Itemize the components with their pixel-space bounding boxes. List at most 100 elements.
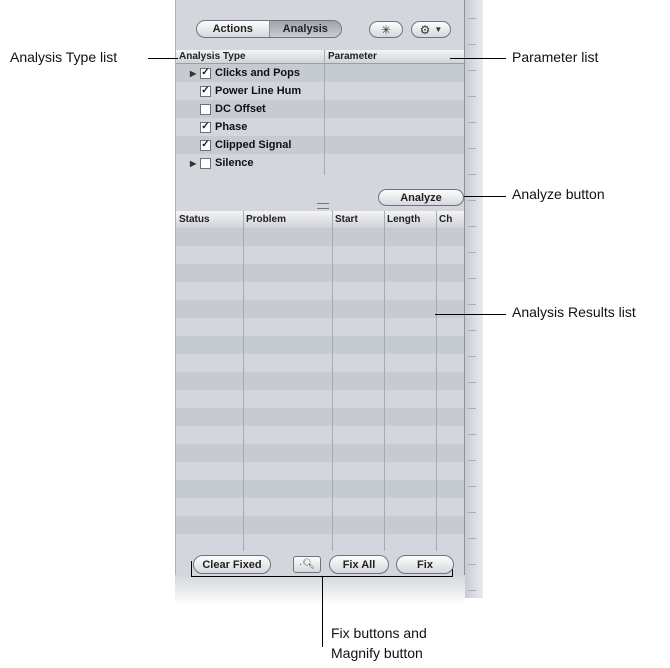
problem-column-header[interactable]: Problem: [243, 211, 332, 228]
analysis-type-list: Analysis Type Parameter ▶ ✓ Clicks and Pop…: [176, 50, 464, 175]
callout-line: [322, 577, 323, 647]
disclosure-triangle-icon[interactable]: ▶: [190, 159, 200, 168]
ruler-tick: [468, 356, 476, 357]
table-row[interactable]: [176, 354, 464, 372]
gear-icon: ⚙: [419, 22, 431, 37]
ruler-tick: [468, 590, 476, 591]
ruler-tick: [468, 44, 476, 45]
ruler-tick: [468, 434, 476, 435]
analysis-results-list: Status Problem Start Length Ch: [176, 211, 464, 552]
table-row[interactable]: [176, 282, 464, 300]
table-row[interactable]: [176, 408, 464, 426]
list-item[interactable]: ✓ Clipped Signal: [176, 136, 464, 154]
analysis-checkbox[interactable]: ✓: [200, 67, 211, 79]
gear-menu-button[interactable]: ⚙ ▼: [411, 21, 451, 38]
splitter-handle[interactable]: [317, 203, 329, 209]
list-item[interactable]: ▶ ✓ Clicks and Pops: [176, 64, 464, 82]
callout-parameter-list: Parameter list: [512, 49, 599, 65]
table-row[interactable]: [176, 534, 464, 552]
callout-analyze-button: Analyze button: [512, 186, 605, 202]
table-row[interactable]: [176, 300, 464, 318]
star-button[interactable]: ✳: [369, 21, 403, 38]
analysis-type-label: Clipped Signal: [215, 139, 292, 151]
asterisk-icon: ✳: [380, 22, 392, 37]
table-row[interactable]: [176, 426, 464, 444]
callout-fix-buttons-line1: Fix buttons and: [331, 625, 427, 641]
disclosure-triangle-icon[interactable]: ▶: [190, 69, 200, 78]
magnify-icon: ·🔍︎: [298, 559, 316, 570]
magnify-button[interactable]: ·🔍︎: [293, 556, 321, 573]
chevron-down-icon: ▼: [434, 25, 443, 34]
tab-actions[interactable]: Actions: [197, 21, 270, 37]
analysis-checkbox[interactable]: [200, 157, 211, 169]
table-row[interactable]: [176, 318, 464, 336]
analysis-checkbox[interactable]: ✓: [200, 121, 211, 133]
list-item[interactable]: ▶ Silence: [176, 154, 464, 172]
ruler-tick: [468, 538, 476, 539]
ruler-tick: [468, 278, 476, 279]
table-row[interactable]: [176, 480, 464, 498]
callout-line: [148, 58, 178, 59]
ruler-tick: [468, 200, 476, 201]
ruler-tick: [468, 174, 476, 175]
ruler-tick: [468, 460, 476, 461]
column-divider: [436, 211, 437, 551]
ruler-tick: [468, 70, 476, 71]
callout-analysis-type-list: Analysis Type list: [10, 49, 118, 65]
analysis-type-label: Phase: [215, 121, 248, 133]
table-row[interactable]: [176, 246, 464, 264]
analysis-checkbox[interactable]: ✓: [200, 85, 211, 97]
analysis-type-item: ✓ Clipped Signal: [176, 136, 291, 154]
ruler-tick: [468, 486, 476, 487]
table-row[interactable]: [176, 372, 464, 390]
ruler-tick: [468, 122, 476, 123]
analysis-type-label: Silence: [215, 157, 254, 169]
status-column-header[interactable]: Status: [176, 211, 243, 228]
parameter-header: Parameter: [324, 50, 464, 64]
analysis-checkbox[interactable]: ✓: [200, 139, 211, 151]
length-column-header[interactable]: Length: [384, 211, 436, 228]
column-divider: [243, 211, 244, 551]
analysis-type-label: DC Offset: [215, 103, 266, 115]
table-row[interactable]: [176, 462, 464, 480]
ruler-tick: [468, 96, 476, 97]
column-divider: [324, 64, 325, 175]
table-row[interactable]: [176, 336, 464, 354]
analysis-checkbox[interactable]: [200, 103, 211, 115]
callout-line: [435, 314, 506, 315]
callout-line: [450, 58, 506, 59]
clear-fixed-button[interactable]: Clear Fixed: [193, 555, 271, 574]
analysis-type-item: ▶ Silence: [176, 154, 254, 172]
ruler-tick: [468, 564, 476, 565]
table-row[interactable]: [176, 444, 464, 462]
list-item[interactable]: ✓ Phase: [176, 118, 464, 136]
waveform-edge: [465, 0, 483, 598]
ruler-tick: [468, 148, 476, 149]
actions-analysis-tabs: Actions Analysis: [196, 20, 342, 38]
fix-all-button[interactable]: Fix All: [329, 555, 389, 574]
fix-button[interactable]: Fix: [396, 555, 454, 574]
table-row[interactable]: [176, 228, 464, 246]
table-row[interactable]: [176, 264, 464, 282]
channel-column-header[interactable]: Ch: [436, 211, 464, 228]
list-item[interactable]: ✓ Power Line Hum: [176, 82, 464, 100]
table-row[interactable]: [176, 498, 464, 516]
analysis-type-item: ✓ Power Line Hum: [176, 82, 301, 100]
table-row[interactable]: [176, 516, 464, 534]
tab-analysis[interactable]: Analysis: [269, 21, 341, 37]
ruler-tick: [468, 226, 476, 227]
ruler-tick: [468, 330, 476, 331]
table-row[interactable]: [176, 390, 464, 408]
ruler-tick: [468, 382, 476, 383]
analysis-type-label: Clicks and Pops: [215, 67, 300, 79]
start-column-header[interactable]: Start: [332, 211, 384, 228]
ruler-tick: [468, 18, 476, 19]
analyze-button[interactable]: Analyze: [378, 189, 464, 206]
callout-line: [464, 196, 506, 197]
ruler-tick: [468, 252, 476, 253]
list-item[interactable]: DC Offset: [176, 100, 464, 118]
ruler-tick: [468, 512, 476, 513]
analysis-type-item: ✓ Phase: [176, 118, 247, 136]
analysis-type-item: DC Offset: [176, 100, 266, 118]
panel-fade: [175, 575, 465, 605]
